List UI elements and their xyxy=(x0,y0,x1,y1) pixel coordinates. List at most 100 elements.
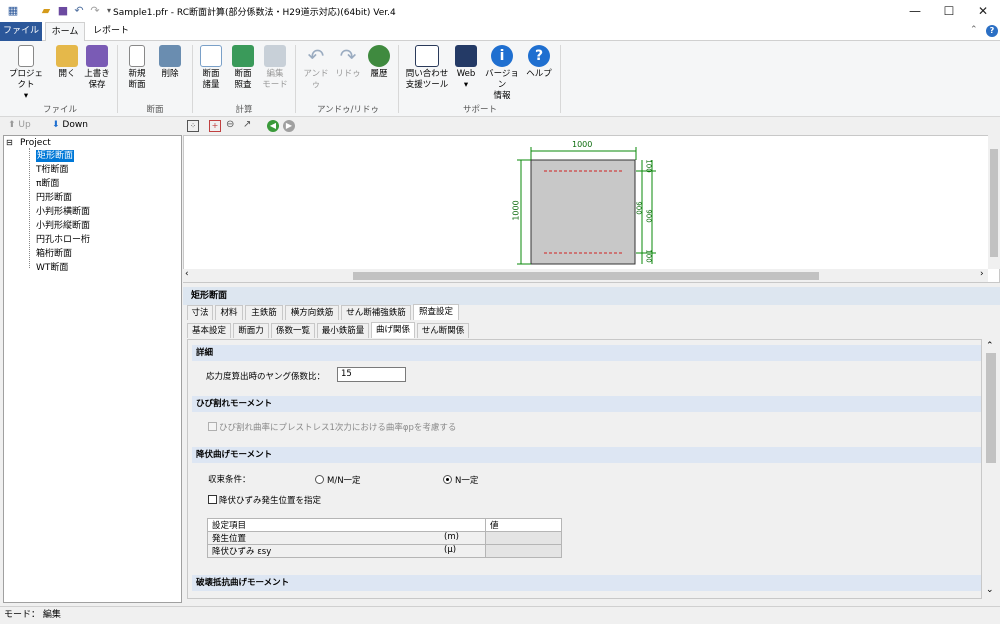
right-dim-label: 900 xyxy=(644,209,653,223)
view-horizontal-scrollbar[interactable]: ‹ › xyxy=(183,269,988,282)
info-icon: i xyxy=(491,45,513,67)
tree-root[interactable]: Project xyxy=(20,137,51,149)
forward-icon[interactable]: ▶ xyxy=(283,120,295,132)
undo-quick-icon[interactable]: ↶ xyxy=(72,4,86,18)
section-drawing-view[interactable]: 1000 1000 100 900 900 100 xyxy=(183,135,1000,283)
arrow-down-icon: ⬇ xyxy=(52,120,60,130)
maximize-button[interactable]: ☐ xyxy=(932,0,966,22)
tree-item[interactable]: 矩形断面 xyxy=(36,150,75,162)
table-cell-label: 降伏ひずみ εsy (μ) xyxy=(207,544,486,558)
tab-home[interactable]: ホーム xyxy=(45,22,85,42)
zoom-in-icon[interactable]: + xyxy=(209,120,221,132)
tab-report[interactable]: レポート xyxy=(91,22,131,41)
tab-shear[interactable]: せん断関係 xyxy=(417,323,469,338)
tree-item[interactable]: 小判形縦断面 xyxy=(36,220,90,232)
pan-icon[interactable]: ↗ xyxy=(243,119,251,130)
undo-button[interactable]: ↶ アンドゥ xyxy=(301,45,331,91)
tab-check-settings[interactable]: 照査設定 xyxy=(413,304,459,320)
yield-settings-table: 設定項目 値 発生位置 (m) 降伏ひずみ εsy (μ) xyxy=(207,518,562,558)
tree-item[interactable]: 小判形横断面 xyxy=(36,206,90,218)
tab-file[interactable]: ファイル xyxy=(0,22,42,41)
project-button[interactable]: プロジェクト ▾ xyxy=(6,45,46,102)
delete-button[interactable]: 削除 xyxy=(156,45,184,80)
history-button[interactable]: 履歴 xyxy=(367,45,391,80)
ribbon: プロジェクト ▾ 開く 上書き 保存 ファイル 新規 断面 削除 断面 断面 諸量 断面… xyxy=(0,41,1000,117)
view-vertical-scrollbar[interactable] xyxy=(988,135,1000,269)
tab-coef-list[interactable]: 係数一覧 xyxy=(271,323,315,338)
table-row: 降伏ひずみ εsy (μ) xyxy=(207,544,562,558)
yield-position-checkbox[interactable] xyxy=(208,495,217,504)
new-document-icon xyxy=(129,45,145,67)
view-toolbar: ⁘ + ⊖ ↗ ◀ ▶ xyxy=(183,118,1000,135)
scroll-down-icon[interactable]: ⌄ xyxy=(986,585,994,595)
arrow-up-icon: ⬆ xyxy=(8,120,16,130)
ribbon-tabs: ファイル ホーム レポート ⌃ ? xyxy=(0,22,1000,42)
tree-toolbar: ⬆ Up ⬇ Down xyxy=(0,118,182,134)
help-circle-icon[interactable]: ? xyxy=(986,25,998,37)
save-button[interactable]: 上書き 保存 xyxy=(83,45,111,91)
zoom-out-icon[interactable]: ⊖ xyxy=(226,119,234,130)
radio-n-const[interactable] xyxy=(443,475,452,484)
table-cell-value[interactable] xyxy=(485,531,562,545)
help-button[interactable]: ? ヘルプ xyxy=(525,45,553,80)
tree-item[interactable]: 円孔ホロー桁 xyxy=(36,234,90,246)
tree-item[interactable]: π断面 xyxy=(36,178,59,190)
tab-basic[interactable]: 基本設定 xyxy=(187,323,231,338)
scroll-thumb[interactable] xyxy=(353,272,819,280)
tree-item[interactable]: T桁断面 xyxy=(36,164,69,176)
tab-forces[interactable]: 断面力 xyxy=(233,323,269,338)
width-dim-label: 1000 xyxy=(572,140,593,149)
minimize-button[interactable]: — xyxy=(898,0,932,22)
yield-position-label: 降伏ひずみ発生位置を指定 xyxy=(219,496,322,506)
version-button[interactable]: i バージョン 情報 xyxy=(483,45,521,102)
puzzle-icon xyxy=(232,45,254,67)
close-button[interactable]: ✕ xyxy=(966,0,1000,22)
section-amount-button[interactable]: 断面 諸量 xyxy=(198,45,224,91)
crack-prestress-checkbox[interactable] xyxy=(208,422,217,431)
section-header-yield: 降伏曲げモーメント xyxy=(192,447,981,463)
open-button[interactable]: 開く xyxy=(54,45,80,80)
tab-main-rebar[interactable]: 主鉄筋 xyxy=(245,305,283,320)
down-button[interactable]: ⬇ Down xyxy=(52,120,88,130)
collapse-ribbon-icon[interactable]: ⌃ xyxy=(970,25,978,35)
redo-quick-icon[interactable]: ↷ xyxy=(88,4,102,18)
group-label-support: サポート xyxy=(462,105,497,115)
table-header-row: 設定項目 値 xyxy=(207,518,562,532)
content-vertical-scrollbar[interactable]: ⌃ ⌄ xyxy=(982,339,1000,599)
section-drawing xyxy=(517,147,656,265)
tab-materials[interactable]: 材料 xyxy=(215,305,243,320)
scroll-right-icon[interactable]: › xyxy=(980,269,984,279)
tree-item[interactable]: 箱桁断面 xyxy=(36,248,72,260)
save-quick-icon[interactable]: ■ xyxy=(56,4,70,18)
up-button[interactable]: ⬆ Up xyxy=(8,120,31,130)
scroll-thumb[interactable] xyxy=(990,149,998,257)
group-separator xyxy=(560,45,561,113)
back-icon[interactable]: ◀ xyxy=(267,120,279,132)
top-cover-label: 100 xyxy=(644,159,653,173)
new-section-button[interactable]: 新規 断面 xyxy=(123,45,151,91)
table-cell-value[interactable] xyxy=(485,544,562,558)
collapse-toggle-icon[interactable]: ⊟ xyxy=(6,137,13,149)
tab-min-rebar[interactable]: 最小鉄筋量 xyxy=(317,323,369,338)
tab-bending[interactable]: 曲げ関係 xyxy=(371,322,415,338)
web-button[interactable]: Web ▾ xyxy=(453,45,479,91)
group-label-file: ファイル xyxy=(42,105,77,115)
radio-mn-const[interactable] xyxy=(315,475,324,484)
group-label-undo: アンドゥ/リドゥ xyxy=(316,105,380,115)
redo-button[interactable]: ↷ リドゥ xyxy=(335,45,361,80)
inquiry-button[interactable]: 問い合わせ 支援ツール xyxy=(404,45,450,91)
scroll-up-icon[interactable]: ⌃ xyxy=(986,341,994,351)
tab-dimensions[interactable]: 寸法 xyxy=(187,305,213,320)
tree-item[interactable]: WT断面 xyxy=(36,262,68,274)
tree-item[interactable]: 円形断面 xyxy=(36,192,72,204)
scroll-left-icon[interactable]: ‹ xyxy=(185,269,189,279)
section-check-button[interactable]: 断面 照査 xyxy=(230,45,256,91)
bottom-cover-label: 100 xyxy=(644,249,653,263)
young-ratio-input[interactable]: 15 xyxy=(337,367,406,382)
tab-lateral-rebar[interactable]: 横方向鉄筋 xyxy=(285,305,339,320)
fit-view-icon[interactable]: ⁘ xyxy=(187,120,199,132)
tab-shear-rebar[interactable]: せん断補強鉄筋 xyxy=(341,305,411,320)
scroll-thumb[interactable] xyxy=(986,353,996,463)
open-quick-icon[interactable]: ▰ xyxy=(39,4,53,18)
edit-mode-button[interactable]: 編集 モード xyxy=(262,45,288,91)
